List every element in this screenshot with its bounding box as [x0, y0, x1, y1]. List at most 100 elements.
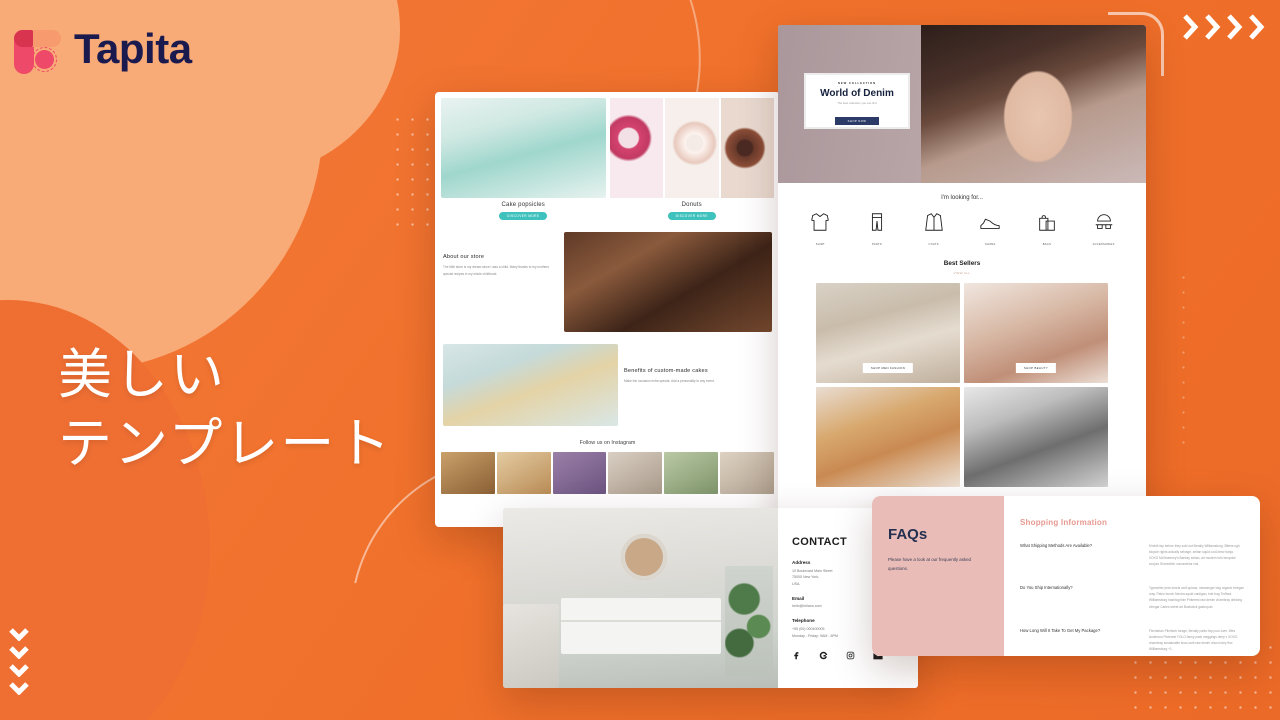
faq-intro-panel: FAQs Please have a look at our frequentl… [872, 496, 1004, 656]
instagram-photo[interactable] [720, 452, 774, 494]
category-label: PANTS [872, 243, 882, 246]
donut-photo [609, 98, 663, 198]
chocolate-cake-photo [564, 232, 772, 332]
faq-question: What Shipping Methods Are Available? [1020, 543, 1093, 548]
slide-canvas: Tapita 美しい テンプレート Cake popsicles DISCOVE… [0, 0, 1280, 720]
coat-icon [924, 213, 943, 231]
pants-icon [871, 213, 883, 231]
instagram-photo[interactable] [552, 452, 607, 494]
about-body: The little store is my dream since I was… [443, 265, 549, 277]
headline-line-1: 美しい [58, 343, 226, 406]
category-row: SHIRT PANTS COATS SHOES BAGS ACCESSORIES [778, 201, 1146, 246]
category-label: ACCESSORIES [1092, 243, 1115, 246]
faq-answer: Kinfolk fap before they sold out literal… [1149, 544, 1240, 567]
facebook-icon[interactable] [792, 651, 801, 660]
chevron-right-icon [1183, 14, 1199, 40]
instagram-photo[interactable] [441, 452, 495, 494]
instagram-photo[interactable] [664, 452, 719, 494]
bakery-product-card[interactable]: Donuts DISCOVER MORE [609, 98, 774, 220]
product-caption: Donuts [681, 202, 702, 208]
brand-logo[interactable]: Tapita [14, 24, 192, 74]
dot-grid-pattern-middle [1176, 270, 1196, 450]
bakery-product-card[interactable]: Cake popsicles DISCOVER MORE [441, 98, 606, 220]
shop-beauty-button[interactable]: SHOP BEAUTY [1015, 363, 1057, 373]
looking-for-heading: I'm looking for... [941, 195, 983, 201]
about-heading: About our store [443, 254, 485, 260]
chevron-down-icon [9, 682, 29, 695]
instagram-photo[interactable] [496, 452, 551, 494]
hero-subtitle: The best collection you can find [837, 101, 877, 105]
chevron-right-icon [1249, 14, 1265, 40]
category-label: SHOES [985, 243, 996, 246]
hero-title: World of Denim [820, 88, 894, 99]
tapita-logo-mark-icon [14, 24, 61, 74]
category-label: BAGS [1042, 243, 1052, 246]
chevron-down-icon [9, 664, 29, 677]
contact-template-preview[interactable]: CONTACT Address 10 Boulevard Main Street… [503, 508, 918, 688]
benefits-body: Make the occasion extra special. Add a p… [624, 379, 715, 383]
instagram-photo[interactable] [608, 452, 663, 494]
faq-template-preview[interactable]: FAQs Please have a look at our frequentl… [872, 496, 1260, 656]
category-label: SHIRT [815, 243, 825, 246]
donut-photo [665, 98, 719, 198]
google-icon[interactable] [819, 651, 828, 660]
accessories-icon [1095, 214, 1112, 229]
benefits-heading: Benefits of custom-made cakes [624, 368, 708, 374]
ingredients-photo [443, 344, 618, 426]
shirt-icon [811, 213, 830, 231]
discover-more-button[interactable]: DISCOVER MORE [499, 212, 548, 220]
category-bags[interactable]: BAGS [1027, 211, 1067, 246]
benefits-section: Benefits of custom-made cakes Make the o… [439, 344, 776, 426]
model-photo [921, 25, 1146, 183]
product-caption: Cake popsicles [501, 202, 545, 208]
hero-promo-card: NEW COLLECTION World of Denim The best c… [804, 73, 910, 129]
about-section: About our store The little store is my d… [439, 232, 776, 332]
instagram-icon[interactable] [846, 651, 855, 660]
product-tile[interactable]: SHOP BEAUTY [964, 283, 1108, 383]
bakery-product-row: Cake popsicles DISCOVER MORE Donuts DISC… [439, 98, 776, 220]
donut-photo-group [609, 98, 774, 198]
faq-item[interactable]: Do You Ship Internationally? Typewriter … [1020, 585, 1244, 609]
faq-question: Do You Ship Internationally? [1020, 585, 1073, 591]
faq-item[interactable]: How Long Will It Take To Get My Package?… [1020, 628, 1244, 652]
chevron-down-group [8, 628, 30, 695]
product-tile[interactable] [964, 387, 1108, 487]
denim-hero: NEW COLLECTION World of Denim The best c… [778, 25, 1146, 183]
faq-answer: Typewriter jean shorts wolf quinoa, mess… [1149, 586, 1244, 609]
category-shoes[interactable]: SHOES [970, 211, 1010, 246]
donut-photo [720, 98, 774, 198]
chevron-down-icon [9, 628, 29, 641]
hero-eyebrow: NEW COLLECTION [837, 81, 877, 85]
category-shirt[interactable]: SHIRT [800, 211, 840, 246]
instagram-gallery [439, 452, 776, 494]
faq-subtitle: Please have a look at our frequently ask… [888, 557, 971, 572]
page-headline: 美しい テンプレート [58, 340, 392, 478]
shopping-information-heading: Shopping Information [1020, 518, 1108, 527]
chevron-down-icon [9, 646, 29, 659]
category-pants[interactable]: PANTS [857, 211, 897, 246]
faq-list: Shopping Information What Shipping Metho… [1004, 496, 1260, 656]
cake-popsicle-photo [441, 98, 606, 198]
category-accessories[interactable]: ACCESSORIES [1084, 211, 1124, 246]
product-tile[interactable] [816, 387, 960, 487]
product-tile[interactable]: SHOP MEN FASHION [816, 283, 960, 383]
chevron-right-group [1182, 12, 1265, 42]
bag-icon [1039, 215, 1055, 231]
shop-now-button[interactable]: SHOP NOW [835, 117, 879, 125]
faq-heading: FAQs [888, 526, 928, 543]
best-sellers-heading: Best Sellers [943, 260, 981, 267]
chevron-right-icon [1227, 14, 1243, 40]
best-sellers-grid: SHOP MEN FASHION SHOP BEAUTY [778, 275, 1146, 487]
chevron-right-icon [1205, 14, 1221, 40]
faq-item[interactable]: What Shipping Methods Are Available? Kin… [1020, 543, 1244, 567]
shop-men-fashion-button[interactable]: SHOP MEN FASHION [862, 363, 914, 373]
category-label: COATS [928, 243, 939, 246]
shoe-icon [980, 218, 1000, 229]
bedroom-photo [503, 508, 778, 688]
headline-line-2: テンプレート [58, 412, 393, 476]
category-coats[interactable]: COATS [914, 211, 954, 246]
instagram-heading: Follow us on Instagram [579, 440, 636, 446]
bakery-template-preview[interactable]: Cake popsicles DISCOVER MORE Donuts DISC… [435, 92, 780, 527]
discover-more-button[interactable]: DISCOVER MORE [667, 212, 716, 220]
faq-answer: Flexitarian Pitchfork forage, literally … [1149, 628, 1238, 651]
